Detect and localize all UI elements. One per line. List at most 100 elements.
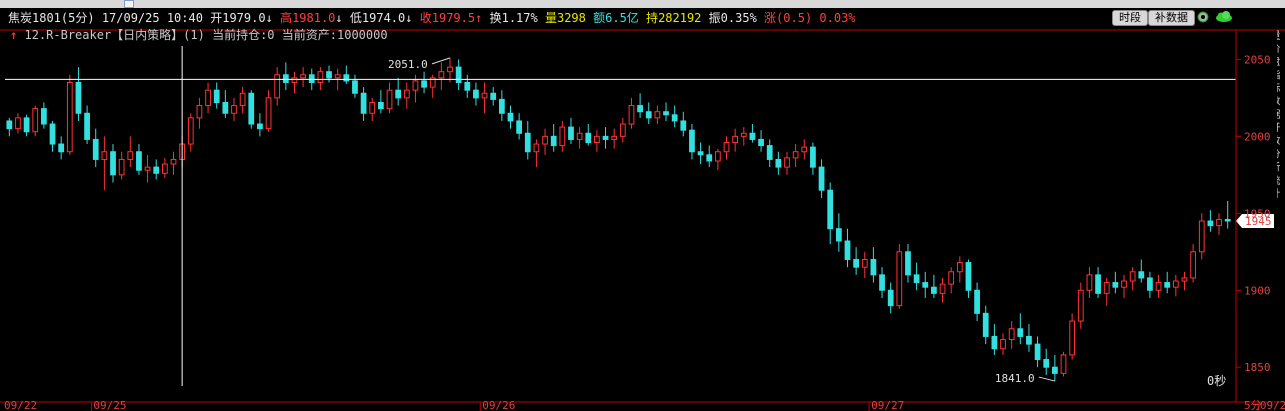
candle-body: [222, 101, 229, 114]
candle-body: [326, 71, 332, 79]
strategy-name: 12.R-Breaker【日内策略】(1): [24, 28, 205, 42]
candle-body: [732, 135, 739, 144]
candle-body: [559, 126, 566, 147]
candle-body: [153, 166, 160, 174]
candle-body: [41, 108, 47, 125]
high-dir: ↓: [335, 11, 343, 25]
candle-body: [447, 66, 453, 73]
timeshare-button[interactable]: 时段: [1112, 10, 1148, 26]
date-label: 09/25: [93, 399, 126, 411]
oi-value: 282192: [658, 11, 702, 25]
candle-body: [723, 142, 730, 153]
candle-body: [92, 138, 99, 160]
date-label: 09/22: [4, 399, 37, 411]
candle-body: [758, 138, 764, 147]
candle-body: [931, 286, 937, 294]
candle-body: [835, 228, 842, 242]
candle-body: [282, 74, 289, 83]
candle-body: [714, 151, 721, 162]
candle-body: [766, 145, 773, 160]
low-marker-label: 1841.0: [995, 372, 1035, 385]
candle-body: [585, 132, 592, 144]
candle-body: [66, 81, 73, 153]
y-tick-label: 1900: [1244, 284, 1271, 297]
candle-body: [602, 135, 609, 140]
candle-body: [870, 258, 877, 276]
candle-body: [1138, 271, 1145, 279]
candle-body: [136, 151, 142, 171]
candle-body: [507, 112, 514, 122]
candle-body: [455, 66, 462, 83]
candle-body: [118, 158, 125, 176]
candle-body: [481, 92, 488, 99]
candle-body: [144, 166, 151, 171]
candle-body: [110, 151, 116, 176]
candle-body: [274, 74, 281, 99]
amount-value: 6.5亿: [605, 11, 639, 25]
candle-body: [663, 111, 669, 116]
candle-body: [412, 80, 419, 91]
candle-body: [291, 77, 298, 83]
candle-body: [403, 89, 410, 99]
low-marker-line: [1038, 376, 1055, 382]
date-label: 09/27: [871, 399, 904, 411]
candle-body: [948, 271, 955, 285]
candlestick-chart[interactable]: 2051.01841.01945 1850190019502000205009/…: [0, 0, 1285, 411]
candle-body: [628, 105, 635, 125]
y-tick-label: 2000: [1244, 130, 1271, 143]
candle-body: [300, 74, 306, 79]
turnover-label: 换: [489, 11, 502, 25]
candle-body: [1181, 277, 1188, 282]
change-pct: 0.03%: [819, 11, 856, 25]
candle-body: [1155, 282, 1162, 291]
candle-body: [58, 143, 65, 153]
candle-body: [568, 126, 574, 140]
candle-body: [1095, 274, 1101, 294]
turnover-value: 1.17%: [501, 11, 538, 25]
symbol-label: 焦炭1801(5分): [8, 11, 95, 25]
candle-body: [956, 262, 963, 273]
candle-body: [939, 283, 946, 294]
candle-body: [671, 114, 678, 122]
candle-body: [32, 108, 39, 133]
candle-body: [697, 151, 704, 156]
candle-body: [1051, 366, 1058, 374]
candle-body: [775, 158, 782, 168]
gear-icon[interactable]: [1196, 10, 1210, 24]
candle-body: [6, 120, 13, 130]
strategy-position: 当前持仓:0: [212, 28, 275, 42]
candle-body: [905, 251, 911, 276]
volume-value: 3298: [556, 11, 586, 25]
candle-body: [360, 92, 367, 114]
candle-body: [317, 71, 324, 83]
candle-body: [887, 289, 894, 307]
candle-body: [879, 274, 885, 291]
candle-body: [965, 262, 972, 291]
candle-body: [308, 74, 315, 83]
datetime-label: 17/09/25 10:40: [101, 11, 203, 25]
candle-body: [853, 258, 859, 268]
candle-body: [498, 98, 505, 114]
candle-body: [619, 123, 626, 137]
up-arrow-icon: ↑: [10, 28, 18, 42]
candle-body: [49, 123, 56, 145]
candle-body: [265, 97, 272, 130]
candle-body: [1026, 335, 1032, 345]
candle-body: [1129, 271, 1136, 282]
candle-body: [369, 101, 376, 114]
candle-body: [861, 258, 868, 268]
backfill-data-button[interactable]: 补数据: [1148, 10, 1195, 26]
candle-body: [922, 282, 929, 288]
candle-body: [1224, 218, 1231, 222]
candle-body: [982, 312, 989, 337]
strategy-info: ↑ 12.R-Breaker【日内策略】(1) 当前持仓:0 当前资产:1000…: [10, 28, 388, 42]
cloud-icon[interactable]: [1215, 10, 1233, 24]
refresh-counter: 0秒: [1207, 374, 1227, 388]
candle-body: [23, 117, 30, 133]
candle-body: [637, 105, 643, 113]
high-label: 高: [280, 11, 293, 25]
candle-body: [213, 89, 220, 103]
low-label: 低: [349, 11, 362, 25]
candle-body: [464, 81, 471, 91]
right-side-tabs[interactable]: 量 价 盘 指 标 数 据 开 放 分 析 统 计: [1277, 30, 1285, 370]
